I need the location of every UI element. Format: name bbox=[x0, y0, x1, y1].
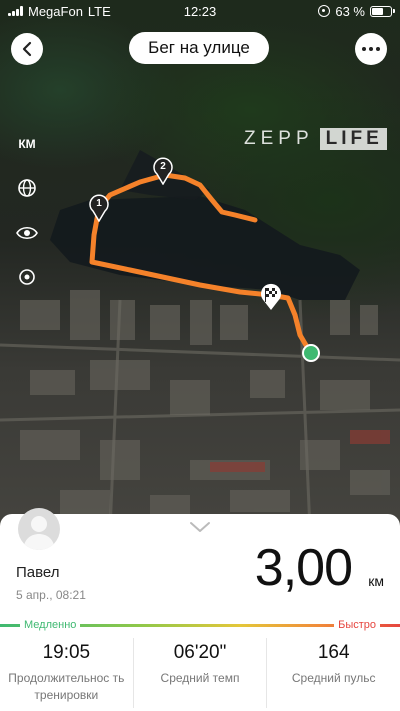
route-map[interactable]: 1 2 bbox=[0, 0, 400, 530]
more-options-button[interactable] bbox=[355, 33, 387, 65]
stat-value: 19:05 bbox=[42, 642, 91, 663]
visibility-toggle[interactable] bbox=[13, 219, 41, 247]
km-marker-1-label: 1 bbox=[96, 198, 102, 209]
orientation-lock-icon bbox=[318, 5, 331, 17]
stat-value: 164 bbox=[317, 642, 350, 663]
back-button[interactable] bbox=[11, 33, 43, 65]
carrier-name: MegaFon bbox=[28, 3, 83, 19]
stat-value: 06'20" bbox=[173, 642, 227, 663]
stat-label: Средний пульс bbox=[291, 671, 376, 685]
zepp-life-logo: ZEPP LIFE bbox=[244, 128, 387, 150]
pace-slow-label: Медленно bbox=[20, 619, 81, 631]
pace-legend: Медленно Быстро bbox=[0, 619, 400, 631]
clock: 12:23 bbox=[183, 3, 217, 19]
chevron-down-icon bbox=[190, 522, 210, 532]
more-dot-icon bbox=[376, 47, 380, 51]
unit-label: КМ bbox=[18, 137, 36, 151]
stat-duration: 19:05 Продолжительнос ть тренировки bbox=[0, 638, 134, 708]
stat-label: Средний темп bbox=[160, 671, 240, 685]
start-flag-icon bbox=[261, 283, 281, 310]
end-point-marker bbox=[302, 344, 320, 362]
stat-average-heart-rate: 164 Средний пульс bbox=[267, 638, 400, 708]
signal-icon bbox=[8, 6, 23, 16]
chevron-left-icon bbox=[22, 41, 32, 57]
avatar[interactable] bbox=[18, 508, 60, 550]
eye-icon bbox=[16, 226, 38, 240]
battery-percent: 63 % bbox=[335, 3, 365, 19]
workout-summary-sheet: Павел 5 апр., 08:21 3,00 км Медленно Быс… bbox=[0, 508, 400, 711]
battery-icon bbox=[370, 5, 395, 17]
locate-icon bbox=[19, 269, 35, 285]
user-name: Павел bbox=[16, 564, 60, 581]
status-bar: MegaFon LTE 12:23 63 % bbox=[0, 0, 400, 22]
more-dot-icon bbox=[369, 47, 373, 51]
satellite-terrain bbox=[0, 150, 400, 530]
distance-unit-toggle[interactable]: КМ bbox=[13, 130, 41, 158]
distance-unit: км bbox=[368, 573, 384, 589]
globe-icon bbox=[18, 179, 36, 197]
user-placeholder-icon bbox=[23, 516, 55, 550]
km-marker-2-label: 2 bbox=[160, 161, 166, 172]
total-distance: 3,00 bbox=[254, 539, 353, 597]
stat-average-pace: 06'20" Средний темп bbox=[134, 638, 268, 708]
map-layer-button[interactable] bbox=[13, 174, 41, 202]
collapse-sheet-button[interactable] bbox=[189, 520, 211, 538]
pace-fast-label: Быстро bbox=[334, 619, 380, 631]
network-type: LTE bbox=[87, 3, 111, 19]
stat-label: Продолжительнос ть тренировки bbox=[8, 671, 125, 702]
more-dot-icon bbox=[362, 47, 366, 51]
brand-life: LIFE bbox=[319, 128, 387, 150]
workout-date: 5 апр., 08:21 bbox=[16, 588, 86, 602]
workout-type-title[interactable]: Бег на улице bbox=[129, 32, 269, 64]
brand-name: ZEPP bbox=[244, 128, 314, 149]
stats-row: 19:05 Продолжительнос ть тренировки 06'2… bbox=[0, 638, 400, 708]
recenter-button[interactable] bbox=[13, 263, 41, 291]
